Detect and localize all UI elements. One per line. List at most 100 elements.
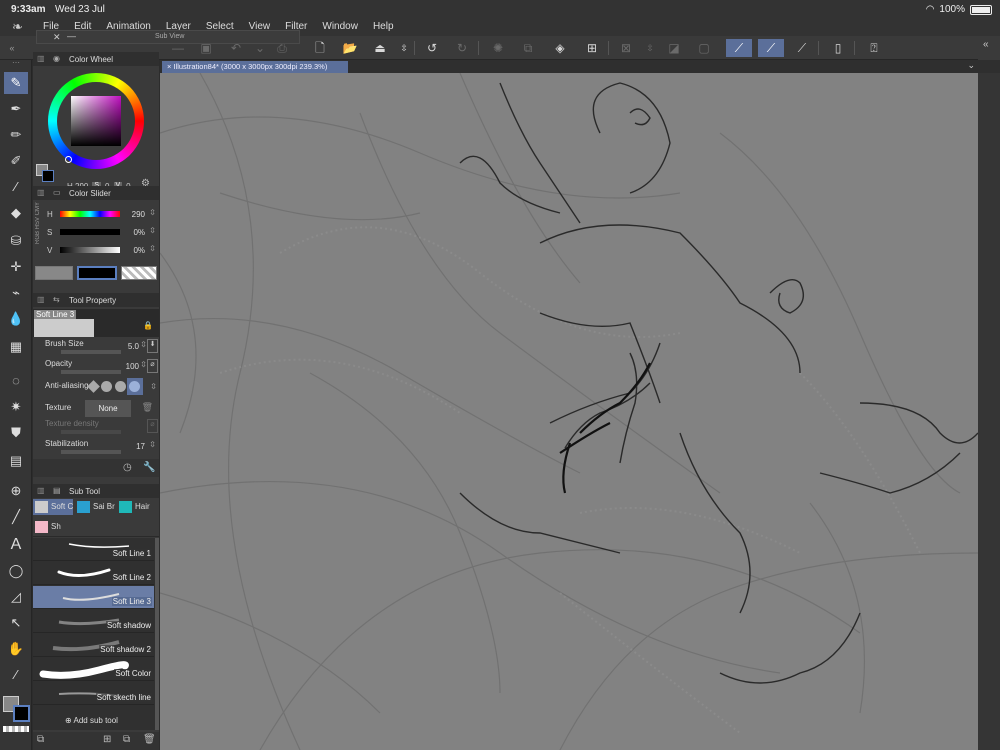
saturation-bar[interactable]: [60, 229, 120, 235]
opacity-pressure-icon[interactable]: ⌀: [147, 359, 158, 373]
aa-weak-option[interactable]: [101, 381, 112, 392]
select-box-icon[interactable]: ▢: [694, 39, 714, 57]
redo-icon[interactable]: ↻: [452, 39, 472, 57]
new-file-icon[interactable]: 🗋: [310, 39, 330, 57]
ruler-tool-icon[interactable]: ◿: [4, 586, 28, 608]
opacity-row[interactable]: Opacity 100 ⇳ ⌀: [43, 359, 159, 379]
brush-size-preset-icon[interactable]: ⬇: [147, 339, 158, 353]
color-slider-header[interactable]: ▥ ▭ Color Slider: [33, 186, 159, 200]
list-item[interactable]: Soft Line 3: [33, 586, 154, 609]
undo-icon[interactable]: ↺: [422, 39, 442, 57]
save-spin-icon[interactable]: ⇳: [394, 39, 414, 57]
minimize-icon[interactable]: —: [67, 31, 76, 41]
color-wheel[interactable]: H 290 S 0 V 0 ⚙: [33, 66, 159, 191]
magic-wand-tool-icon[interactable]: ✷: [4, 396, 28, 418]
brush-size-row[interactable]: Brush Size 5.0 ⇳ ⬇: [43, 339, 159, 359]
delete-icon[interactable]: 🗑: [143, 734, 156, 745]
opacity-slider[interactable]: [61, 370, 121, 374]
invert-select-icon[interactable]: ◪: [664, 39, 684, 57]
aa-medium-option[interactable]: [115, 381, 126, 392]
wrench-icon[interactable]: 🔧: [143, 462, 155, 473]
hue-slider[interactable]: H 290 ⇳: [33, 206, 159, 224]
sub-tool-scrollbar[interactable]: [155, 538, 159, 730]
trash-icon[interactable]: 🗑: [142, 402, 153, 413]
group-tab-soft[interactable]: Soft C: [33, 499, 73, 515]
right-collapse[interactable]: «: [978, 36, 1000, 60]
stabilization-row[interactable]: Stabilization 17 ⇳: [43, 439, 159, 459]
sub-color-swatch[interactable]: [13, 705, 30, 722]
stepper-icon[interactable]: ⇳: [150, 382, 157, 391]
gradient-tool-icon[interactable]: ▤: [4, 450, 28, 472]
brush-size-slider[interactable]: [61, 350, 121, 354]
saturation-slider[interactable]: S 0% ⇳: [33, 224, 159, 242]
hand-tool-icon[interactable]: ✋: [4, 638, 28, 660]
copy-icon[interactable]: ⧉: [518, 39, 538, 57]
pen-tool-icon[interactable]: ✒: [4, 98, 28, 120]
list-item[interactable]: Soft shadow 2: [33, 634, 154, 657]
brush-tool-icon[interactable]: ✎: [4, 72, 28, 94]
hue-marker[interactable]: [65, 156, 72, 163]
sub-color-chip[interactable]: [77, 266, 117, 280]
list-item[interactable]: Soft Line 2: [33, 562, 154, 585]
tool-property-header[interactable]: ▥ ⇆ Tool Property: [33, 293, 159, 307]
list-item[interactable]: Soft skecth line: [33, 682, 154, 705]
duplicate-icon[interactable]: ⧉: [123, 734, 130, 745]
drawing-canvas[interactable]: [160, 73, 978, 750]
decoration-tool-icon[interactable]: ✛: [4, 256, 28, 278]
list-item[interactable]: Soft shadow: [33, 610, 154, 633]
eraser-tool-icon[interactable]: ◆: [4, 202, 28, 224]
stepper-icon[interactable]: ⇳: [149, 440, 156, 449]
anti-aliasing-row[interactable]: Anti-aliasing ⇳: [43, 378, 159, 401]
loading-icon[interactable]: ✺: [488, 39, 508, 57]
select-spin-icon[interactable]: ⇳: [640, 39, 660, 57]
line-tool-icon[interactable]: ⁄: [4, 176, 28, 198]
group-tab-sh[interactable]: Sh: [33, 519, 73, 535]
texture-select[interactable]: None: [85, 400, 131, 417]
smartphone-icon[interactable]: ▯: [828, 39, 848, 57]
add-sub-tool-button[interactable]: ⊕ Add sub tool: [65, 716, 118, 725]
hue-bar[interactable]: [60, 211, 120, 217]
menu-help[interactable]: Help: [373, 21, 394, 32]
eyedropper-tool-icon[interactable]: ⌁: [4, 282, 28, 304]
saturation-value-square[interactable]: [71, 96, 121, 146]
aa-strong-option[interactable]: [127, 378, 143, 395]
stepper-icon[interactable]: ⇳: [140, 360, 147, 369]
clip-studio-logo-icon[interactable]: ❧: [12, 19, 23, 35]
save-cloud-icon[interactable]: ⏏: [370, 39, 390, 57]
marker-tool-icon[interactable]: ✐: [4, 150, 28, 172]
new-subtool-icon[interactable]: ⊞: [103, 734, 111, 745]
palette-icon[interactable]: ⧉: [37, 734, 44, 745]
canvas-tab[interactable]: × Illustration84* (3000 x 3000px 300dpi …: [162, 61, 348, 73]
fill-icon[interactable]: ◈: [550, 39, 570, 57]
balloon-tool-icon[interactable]: ◯: [4, 560, 28, 582]
value-bar[interactable]: [60, 247, 120, 253]
figure-tool-icon[interactable]: ╱: [4, 506, 28, 528]
help-icon[interactable]: ⍰: [864, 39, 884, 57]
transparent-chip[interactable]: [121, 266, 157, 280]
stepper-icon[interactable]: ⇳: [149, 208, 156, 217]
stepper-icon[interactable]: ⇳: [140, 340, 147, 349]
cw-sub-swatch[interactable]: [42, 170, 54, 182]
clock-icon[interactable]: ◷: [123, 462, 132, 473]
snap-ruler-icon[interactable]: ⟋: [726, 39, 752, 57]
blend-tool-icon[interactable]: 💧: [4, 308, 28, 330]
grid-tool-icon[interactable]: ▦: [4, 336, 28, 358]
lasso-tool-icon[interactable]: ◌: [4, 370, 28, 392]
operation-tool-icon[interactable]: ↖: [4, 612, 28, 634]
transform-icon[interactable]: ⊞: [582, 39, 602, 57]
list-item[interactable]: Soft Line 1: [33, 538, 154, 561]
group-tab-sai[interactable]: Sai Br: [75, 499, 115, 515]
collapse-left-icon[interactable]: «: [2, 39, 22, 57]
transparent-color-swatch[interactable]: [3, 726, 29, 732]
pencil-tool-icon[interactable]: ✏: [4, 124, 28, 146]
color-wheel-header[interactable]: ▥ ◉ Color Wheel: [33, 52, 159, 66]
fill-tool-icon[interactable]: ⛁: [4, 230, 28, 252]
value-slider[interactable]: V 0% ⇳: [33, 242, 159, 260]
sub-tool-header[interactable]: ▥ ▤ Sub Tool: [33, 484, 159, 498]
bucket-tool-icon[interactable]: ⛊: [4, 422, 28, 444]
text-tool-icon[interactable]: A: [4, 534, 28, 556]
aa-none-option[interactable]: [87, 380, 100, 393]
main-color-chip[interactable]: [35, 266, 73, 280]
chevron-down-icon[interactable]: ⌄: [967, 60, 975, 71]
list-item[interactable]: Soft Color: [33, 658, 154, 681]
